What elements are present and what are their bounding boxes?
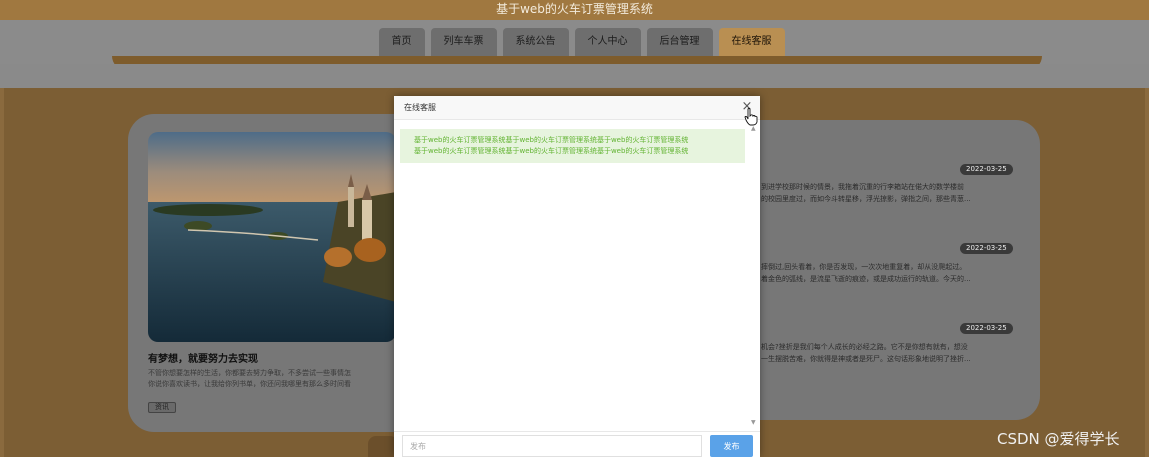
feature-description: 不管你想要怎样的生活，你都要去努力争取，不多尝试一些事情怎 你说你喜欢读书，让我… — [148, 368, 396, 390]
online-service-dialog: 在线客服 × 基于web的火车订票管理系统基于web的火车订票管理系统基于web… — [394, 96, 760, 457]
news-excerpt[interactable]: 到进学校那时候的情景，我拖着沉重的行李箱站在偌大的数学楼前 的校园里度过，而如今… — [761, 181, 1011, 205]
nav-item-online-service[interactable]: 在线客服 — [718, 28, 785, 56]
nav-item-admin[interactable]: 后台管理 — [646, 28, 713, 56]
nav-underband — [0, 64, 1149, 88]
feature-tag[interactable]: 资讯 — [148, 402, 176, 413]
watermark: CSDN @爱得学长 — [997, 430, 1120, 448]
nav-item-announcements[interactable]: 系统公告 — [502, 28, 569, 56]
news-date: 2022-03-25 — [960, 323, 1013, 334]
nav-item-home[interactable]: 首页 — [378, 28, 425, 56]
message-text: 基于web的火车订票管理系统基于web的火车订票管理系统基于web的火车订票管理… — [414, 147, 689, 155]
news-excerpt-line: 到进学校那时候的情景，我拖着沉重的行李箱站在偌大的数学楼前 — [761, 183, 964, 191]
post-button[interactable]: 发布 — [710, 435, 753, 457]
news-excerpt-line: 的校园里度过，而如今斗转星移，浮光掠影，弹指之间，那些青葱... — [761, 195, 971, 203]
dialog-header: 在线客服 × — [394, 96, 760, 126]
news-date: 2022-03-25 — [960, 164, 1013, 175]
nav-item-personal-center[interactable]: 个人中心 — [574, 28, 641, 56]
scroll-up-icon[interactable]: ▲ — [751, 126, 756, 132]
nav-item-train-tickets[interactable]: 列车车票 — [430, 28, 497, 56]
message-scrollbar[interactable]: ▲ ▼ — [750, 126, 757, 428]
scroll-down-icon[interactable]: ▼ — [751, 420, 756, 426]
message-bubble: 基于web的火车订票管理系统基于web的火车订票管理系统基于web的火车订票管理… — [400, 129, 745, 163]
news-date: 2022-03-25 — [960, 243, 1013, 254]
feature-desc-line: 你说你喜欢读书，让我给你列书单，你还问我哪里有那么多时间看 — [148, 380, 351, 388]
main-nav: 首页 列车车票 系统公告 个人中心 后台管理 在线客服 — [0, 28, 1149, 58]
news-excerpt[interactable]: 摔倒过,回头看着，你是否发现，一次次地重复着，却从没爬起过。 着金色的弧线，是流… — [761, 261, 1011, 285]
site-title: 基于web的火车订票管理系统 — [496, 2, 653, 16]
news-excerpt-line: 一生摆脱苦难，你就得是神或者是死尸。这句话形象地说明了挫折... — [761, 355, 971, 363]
feature-desc-line: 不管你想要怎样的生活，你都要去努力争取，不多尝试一些事情怎 — [148, 369, 351, 377]
news-excerpt[interactable]: 机会?挫折是我们每个人成长的必经之路。它不是你想有就有，想没 一生摆脱苦难，你就… — [761, 341, 1011, 365]
news-excerpt-line: 摔倒过,回头看着，你是否发现，一次次地重复着，却从没爬起过。 — [761, 263, 967, 271]
hand-pointer-icon — [744, 108, 758, 126]
feature-title[interactable]: 有梦想，就要努力去实现 — [148, 350, 258, 365]
message-text: 基于web的火车订票管理系统基于web的火车订票管理系统基于web的火车订票管理… — [414, 136, 689, 144]
post-input[interactable] — [402, 435, 702, 457]
dialog-footer: 发布 — [394, 431, 760, 457]
news-excerpt-line: 着金色的弧线，是流星飞逝的痕迹，或是成功运行的轨道。今天的... — [761, 275, 971, 283]
message-list[interactable]: 基于web的火车订票管理系统基于web的火车订票管理系统基于web的火车订票管理… — [398, 126, 746, 428]
feature-image[interactable] — [148, 132, 396, 342]
news-excerpt-line: 机会?挫折是我们每个人成长的必经之路。它不是你想有就有，想没 — [761, 343, 968, 351]
dialog-title: 在线客服 — [404, 103, 436, 112]
